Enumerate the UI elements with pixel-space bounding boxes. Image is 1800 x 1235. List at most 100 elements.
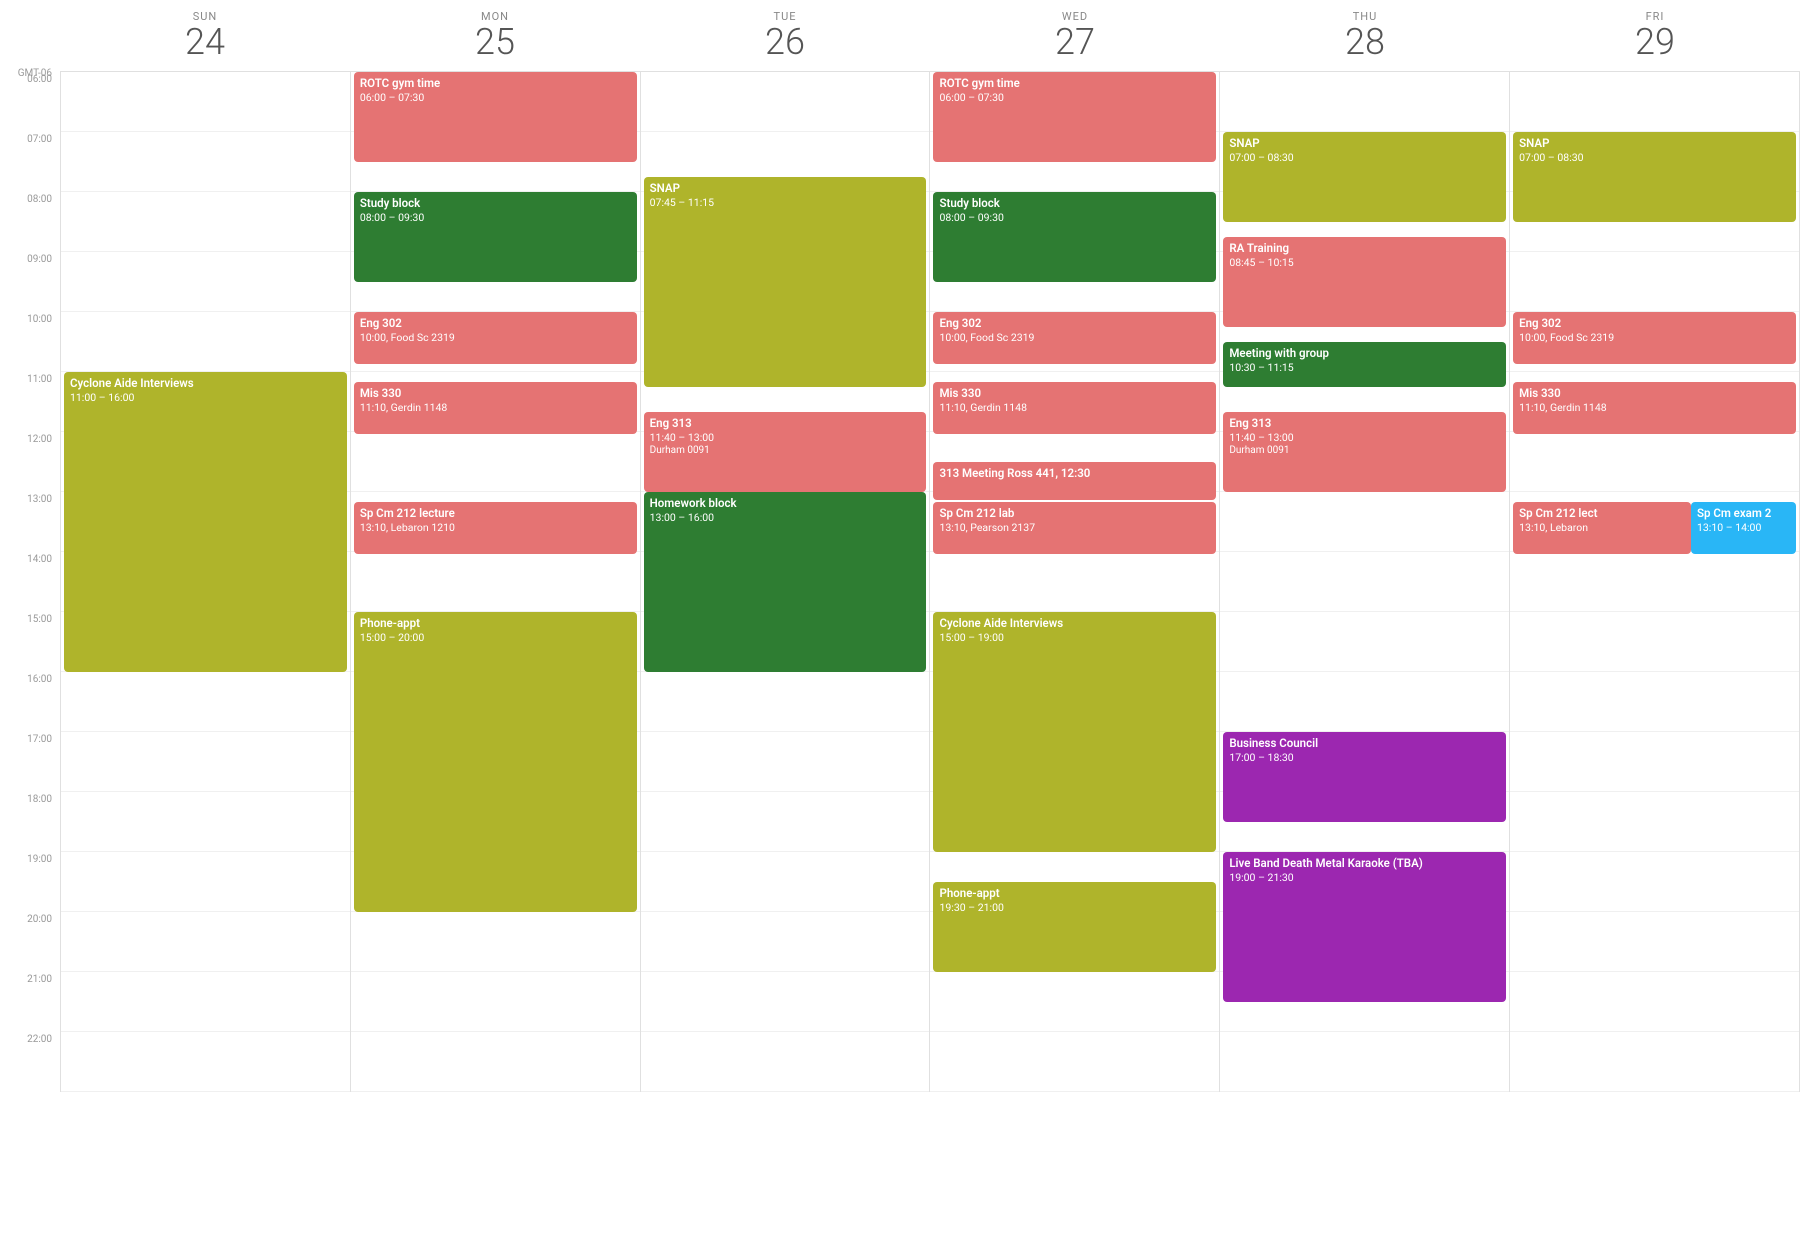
event-mis330-wed[interactable]: Mis 330 11:10, Gerdin 1148	[933, 382, 1216, 434]
hour-cell	[1220, 1032, 1509, 1092]
event-mis330-mon[interactable]: Mis 330 11:10, Gerdin 1148	[354, 382, 637, 434]
hour-cell	[351, 552, 640, 612]
event-time: 13:10, Pearson 2137	[939, 521, 1210, 535]
hour-cell	[641, 792, 930, 852]
column-sun: Cyclone Aide Interviews 11:00 – 16:00	[60, 72, 350, 1092]
event-spcm-mon[interactable]: Sp Cm 212 lecture 13:10, Lebaron 1210	[354, 502, 637, 554]
event-time: 11:40 – 13:00	[1229, 431, 1500, 445]
event-time: 15:00 – 19:00	[939, 631, 1210, 645]
hour-cell	[61, 132, 350, 192]
hour-cell	[641, 852, 930, 912]
event-cyclone-aide-sun[interactable]: Cyclone Aide Interviews 11:00 – 16:00	[64, 372, 347, 672]
event-title: Study block	[939, 196, 1210, 211]
event-title: Mis 330	[939, 386, 1210, 401]
event-313meeting-wed[interactable]: 313 Meeting Ross 441, 12:30	[933, 462, 1216, 500]
hour-cell	[930, 972, 1219, 1032]
hour-cell	[61, 312, 350, 372]
time-label-1600: 16:00	[0, 672, 60, 732]
event-time: 19:00 – 21:30	[1229, 871, 1500, 885]
time-label-2000: 20:00	[0, 912, 60, 972]
hour-cell	[641, 672, 930, 732]
hour-cell	[61, 912, 350, 972]
event-rotc-mon[interactable]: ROTC gym time 06:00 – 07:30	[354, 72, 637, 162]
event-live-band-thu[interactable]: Live Band Death Metal Karaoke (TBA) 19:0…	[1223, 852, 1506, 1002]
event-eng302-fri[interactable]: Eng 302 10:00, Food Sc 2319	[1513, 312, 1796, 364]
event-snap-thu[interactable]: SNAP 07:00 – 08:30	[1223, 132, 1506, 222]
time-label-1000: 10:00	[0, 312, 60, 372]
event-title: Meeting with group	[1229, 346, 1500, 361]
event-rotc-wed[interactable]: ROTC gym time 06:00 – 07:30	[933, 72, 1216, 162]
day-header-tue: TUE 26	[640, 0, 930, 71]
event-phone-mon[interactable]: Phone-appt 15:00 – 20:00	[354, 612, 637, 912]
event-time: 13:10, Lebaron 1210	[360, 521, 631, 535]
day-header-mon: MON 25	[350, 0, 640, 71]
event-ra-training-thu[interactable]: RA Training 08:45 – 10:15	[1223, 237, 1506, 327]
hour-cell	[1510, 432, 1799, 492]
event-title: Eng 313	[650, 416, 921, 431]
event-title: Homework block	[650, 496, 921, 511]
event-title: Phone-appt	[939, 886, 1210, 901]
hour-cell	[930, 1032, 1219, 1092]
event-time: 06:00 – 07:30	[360, 91, 631, 105]
event-mis330-fri[interactable]: Mis 330 11:10, Gerdin 1148	[1513, 382, 1796, 434]
hour-cell	[1220, 672, 1509, 732]
event-snap-tue[interactable]: SNAP 07:45 – 11:15	[644, 177, 927, 387]
event-business-council-thu[interactable]: Business Council 17:00 – 18:30	[1223, 732, 1506, 822]
hour-cell	[930, 552, 1219, 612]
time-label-1400: 14:00	[0, 552, 60, 612]
hour-cell	[1510, 1032, 1799, 1092]
event-eng313-thu[interactable]: Eng 313 11:40 – 13:00 Durham 0091	[1223, 412, 1506, 492]
hour-cell	[1510, 552, 1799, 612]
event-location: Durham 0091	[1229, 444, 1500, 457]
event-title: Cyclone Aide Interviews	[70, 376, 341, 391]
event-study-wed[interactable]: Study block 08:00 – 09:30	[933, 192, 1216, 282]
event-time: 11:10, Gerdin 1148	[939, 401, 1210, 415]
event-time: 07:00 – 08:30	[1229, 151, 1500, 165]
event-time: 10:00, Food Sc 2319	[360, 331, 631, 345]
event-homework-tue[interactable]: Homework block 13:00 – 16:00	[644, 492, 927, 672]
hour-cell	[641, 1032, 930, 1092]
event-eng313-tue[interactable]: Eng 313 11:40 – 13:00 Durham 0091	[644, 412, 927, 492]
hour-cell	[641, 72, 930, 132]
hour-cell	[641, 912, 930, 972]
event-spcm-lab-wed[interactable]: Sp Cm 212 lab 13:10, Pearson 2137	[933, 502, 1216, 554]
event-time: 10:00, Food Sc 2319	[939, 331, 1210, 345]
hour-cell	[61, 852, 350, 912]
event-time: 06:00 – 07:30	[939, 91, 1210, 105]
event-time: 07:00 – 08:30	[1519, 151, 1790, 165]
event-study-mon[interactable]: Study block 08:00 – 09:30	[354, 192, 637, 282]
event-eng302-wed[interactable]: Eng 302 10:00, Food Sc 2319	[933, 312, 1216, 364]
event-time: 17:00 – 18:30	[1229, 751, 1500, 765]
hour-cell	[351, 1032, 640, 1092]
event-spcm-exam-fri[interactable]: Sp Cm exam 2 13:10 – 14:00	[1691, 502, 1796, 554]
event-time: 13:10, Lebaron	[1519, 521, 1685, 535]
event-title: Mis 330	[1519, 386, 1790, 401]
event-title: Business Council	[1229, 736, 1500, 751]
time-label-1900: 19:00	[0, 852, 60, 912]
day-header-sun: SUN 24	[60, 0, 350, 71]
event-title: Eng 302	[360, 316, 631, 331]
time-label-1700: 17:00	[0, 732, 60, 792]
event-time: 13:10 – 14:00	[1697, 521, 1790, 535]
event-title: Live Band Death Metal Karaoke (TBA)	[1229, 856, 1500, 871]
time-label-1800: 18:00	[0, 792, 60, 852]
event-phone-wed[interactable]: Phone-appt 19:30 – 21:00	[933, 882, 1216, 972]
event-title: Sp Cm 212 lecture	[360, 506, 631, 521]
calendar-grid: 06:00 07:00 08:00 09:00 10:00 11:00 12:0…	[60, 72, 1800, 1092]
event-spcm-lect-fri[interactable]: Sp Cm 212 lect 13:10, Lebaron	[1513, 502, 1691, 554]
event-cyclone-aide-wed[interactable]: Cyclone Aide Interviews 15:00 – 19:00	[933, 612, 1216, 852]
event-title: SNAP	[650, 181, 921, 196]
column-tue: SNAP 07:45 – 11:15 Eng 313 11:40 – 13:00…	[640, 72, 930, 1092]
hour-cell	[351, 972, 640, 1032]
event-meeting-group-thu[interactable]: Meeting with group 10:30 – 11:15	[1223, 342, 1506, 387]
event-time: 19:30 – 21:00	[939, 901, 1210, 915]
hour-cell	[61, 732, 350, 792]
hour-cell	[1510, 792, 1799, 852]
event-time: 11:40 – 13:00	[650, 431, 921, 445]
hour-cell	[1510, 852, 1799, 912]
hour-cell	[61, 792, 350, 852]
column-fri: SNAP 07:00 – 08:30 Eng 302 10:00, Food S…	[1509, 72, 1800, 1092]
hour-cell	[61, 672, 350, 732]
event-snap-fri[interactable]: SNAP 07:00 – 08:30	[1513, 132, 1796, 222]
event-eng302-mon[interactable]: Eng 302 10:00, Food Sc 2319	[354, 312, 637, 364]
